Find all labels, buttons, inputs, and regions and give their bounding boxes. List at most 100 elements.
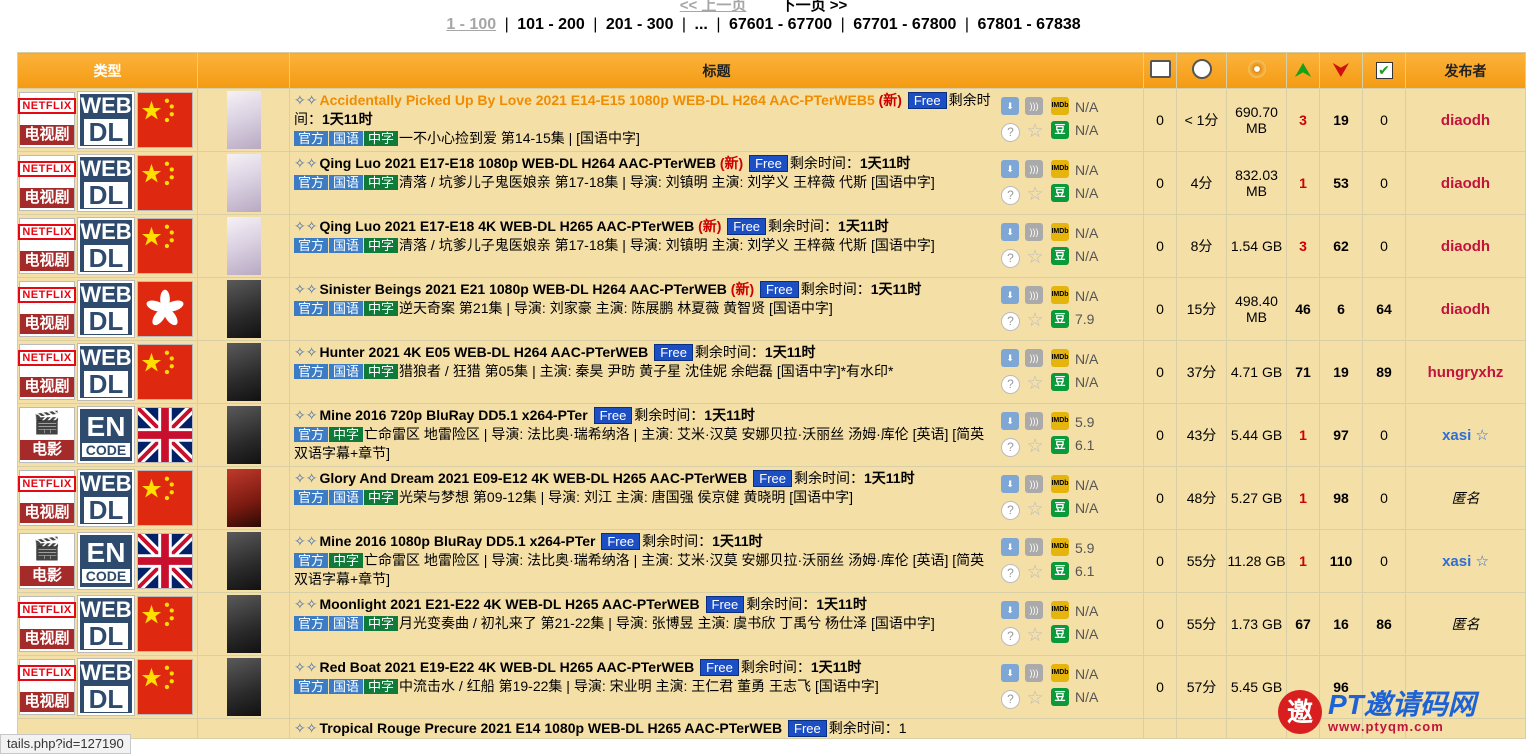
favorite-star-icon[interactable]: ☆ [1026,689,1044,708]
torrent-title-link[interactable]: Qing Luo 2021 E17-E18 1080p WEB-DL H264 … [319,155,716,171]
bookmark-stars-icon[interactable]: ✧✧ [294,218,317,234]
completed-count[interactable]: 0 [1362,214,1406,278]
help-icon[interactable]: ? [1001,564,1020,583]
favorite-star-icon[interactable]: ☆ [1026,500,1044,519]
bookmark-stars-icon[interactable]: ✧✧ [294,344,317,360]
seeders-count[interactable]: 1 [1286,403,1320,467]
header-size[interactable] [1226,52,1287,89]
publisher-name[interactable]: diaodh [1441,175,1490,192]
category-badge[interactable]: NETFLIX 电视剧 [18,92,76,148]
comments-count[interactable]: 0 [1143,340,1177,404]
header-time[interactable] [1176,52,1227,89]
torrent-title-link[interactable]: Glory And Dream 2021 E09-E12 4K WEB-DL H… [319,470,747,486]
seeders-count[interactable]: 67 [1286,592,1320,656]
leechers-count[interactable]: 53 [1319,151,1363,215]
completed-count[interactable]: 0 [1362,466,1406,530]
poster-thumbnail[interactable] [226,154,261,212]
comments-count[interactable]: 0 [1143,592,1177,656]
torrent-title-link[interactable]: Accidentally Picked Up By Love 2021 E14-… [319,92,874,108]
torrent-title-link[interactable]: Mine 2016 1080p BluRay DD5.1 x264-PTer [319,533,595,549]
comments-count[interactable]: 0 [1143,151,1177,215]
publisher-name[interactable]: xasi ☆ [1442,553,1489,570]
rss-icon[interactable]: ))) [1025,223,1043,241]
completed-count[interactable]: 0 [1362,88,1406,152]
rss-icon[interactable]: ))) [1025,538,1043,556]
bookmark-stars-icon[interactable]: ✧✧ [294,659,317,675]
comments-count[interactable]: 0 [1143,529,1177,593]
leechers-count[interactable]: 98 [1319,466,1363,530]
download-icon[interactable]: ⬇ [1001,160,1019,178]
poster-thumbnail[interactable] [226,217,261,275]
completed-count[interactable]: 64 [1362,277,1406,341]
bookmark-stars-icon[interactable]: ✧✧ [294,155,317,171]
seeders-count[interactable]: 71 [1286,340,1320,404]
category-badge[interactable]: NETFLIX 电视剧 [18,281,76,337]
header-completed[interactable]: ✔ [1362,52,1406,89]
leechers-count[interactable]: 62 [1319,214,1363,278]
torrent-title-link[interactable]: Tropical Rouge Precure 2021 E14 1080p WE… [319,720,782,736]
download-icon[interactable]: ⬇ [1001,349,1019,367]
leechers-count[interactable]: 16 [1319,592,1363,656]
comments-count[interactable]: 0 [1143,655,1177,719]
poster-thumbnail[interactable] [226,532,261,590]
help-icon[interactable]: ? [1001,438,1020,457]
seeders-count[interactable]: 1 [1286,466,1320,530]
download-icon[interactable]: ⬇ [1001,475,1019,493]
torrent-title-link[interactable]: Red Boat 2021 E19-E22 4K WEB-DL H265 AAC… [319,659,694,675]
seeders-count[interactable]: 3 [1286,88,1320,152]
publisher-name[interactable]: diaodh [1441,238,1490,255]
publisher-name[interactable]: diaodh [1441,301,1490,318]
favorite-star-icon[interactable]: ☆ [1026,374,1044,393]
bookmark-stars-icon[interactable]: ✧✧ [294,470,317,486]
category-badge[interactable]: NETFLIX 电视剧 [18,218,76,274]
leechers-count[interactable]: 110 [1319,529,1363,593]
poster-thumbnail[interactable] [226,343,261,401]
rss-icon[interactable]: ))) [1025,664,1043,682]
completed-count[interactable]: 0 [1362,403,1406,467]
category-badge[interactable]: NETFLIX 电视剧 [18,155,76,211]
bookmark-stars-icon[interactable]: ✧✧ [294,92,317,108]
comments-count[interactable]: 0 [1143,466,1177,530]
torrent-title-link[interactable]: Sinister Beings 2021 E21 1080p WEB-DL H2… [319,281,726,297]
download-icon[interactable]: ⬇ [1001,223,1019,241]
header-title[interactable]: 标题 [289,52,1144,89]
poster-thumbnail[interactable] [226,469,261,527]
category-badge[interactable]: NETFLIX 电视剧 [18,344,76,400]
favorite-star-icon[interactable]: ☆ [1026,122,1044,141]
help-icon[interactable]: ? [1001,627,1020,646]
page-link[interactable]: 67701 - 67800 [853,16,956,33]
download-icon[interactable]: ⬇ [1001,412,1019,430]
header-seeders[interactable]: ⮝ [1286,52,1320,89]
download-icon[interactable]: ⬇ [1001,601,1019,619]
leechers-count[interactable]: 97 [1319,403,1363,467]
bookmark-stars-icon[interactable]: ✧✧ [294,533,317,549]
bookmark-stars-icon[interactable]: ✧✧ [294,281,317,297]
rss-icon[interactable]: ))) [1025,349,1043,367]
header-publisher[interactable]: 发布者 [1405,52,1526,89]
favorite-star-icon[interactable]: ☆ [1026,626,1044,645]
leechers-count[interactable]: 19 [1319,340,1363,404]
torrent-title-link[interactable]: Moonlight 2021 E21-E22 4K WEB-DL H265 AA… [319,596,699,612]
leechers-count[interactable]: 6 [1319,277,1363,341]
help-icon[interactable]: ? [1001,501,1020,520]
category-badge[interactable]: NETFLIX 电视剧 [18,596,76,652]
category-badge[interactable]: 🎬 电影 [19,533,75,589]
torrent-title-link[interactable]: Qing Luo 2021 E17-E18 4K WEB-DL H265 AAC… [319,218,694,234]
help-icon[interactable]: ? [1001,690,1020,709]
next-page-link[interactable]: 下一页 >> [781,0,848,14]
torrent-title-link[interactable]: Hunter 2021 4K E05 WEB-DL H264 AAC-PTerW… [319,344,648,360]
publisher-name[interactable]: xasi ☆ [1442,427,1489,444]
help-icon[interactable]: ? [1001,249,1020,268]
comments-count[interactable]: 0 [1143,214,1177,278]
comments-count[interactable]: 0 [1143,88,1177,152]
rss-icon[interactable]: ))) [1025,160,1043,178]
header-leechers[interactable]: ⮟ [1319,52,1363,89]
comments-count[interactable]: 0 [1143,277,1177,341]
poster-thumbnail[interactable] [226,658,261,716]
seeders-count[interactable]: 3 [1286,214,1320,278]
favorite-star-icon[interactable]: ☆ [1026,248,1044,267]
completed-count[interactable]: 89 [1362,340,1406,404]
help-icon[interactable]: ? [1001,312,1020,331]
page-link[interactable]: 67801 - 67838 [977,16,1080,33]
download-icon[interactable]: ⬇ [1001,97,1019,115]
